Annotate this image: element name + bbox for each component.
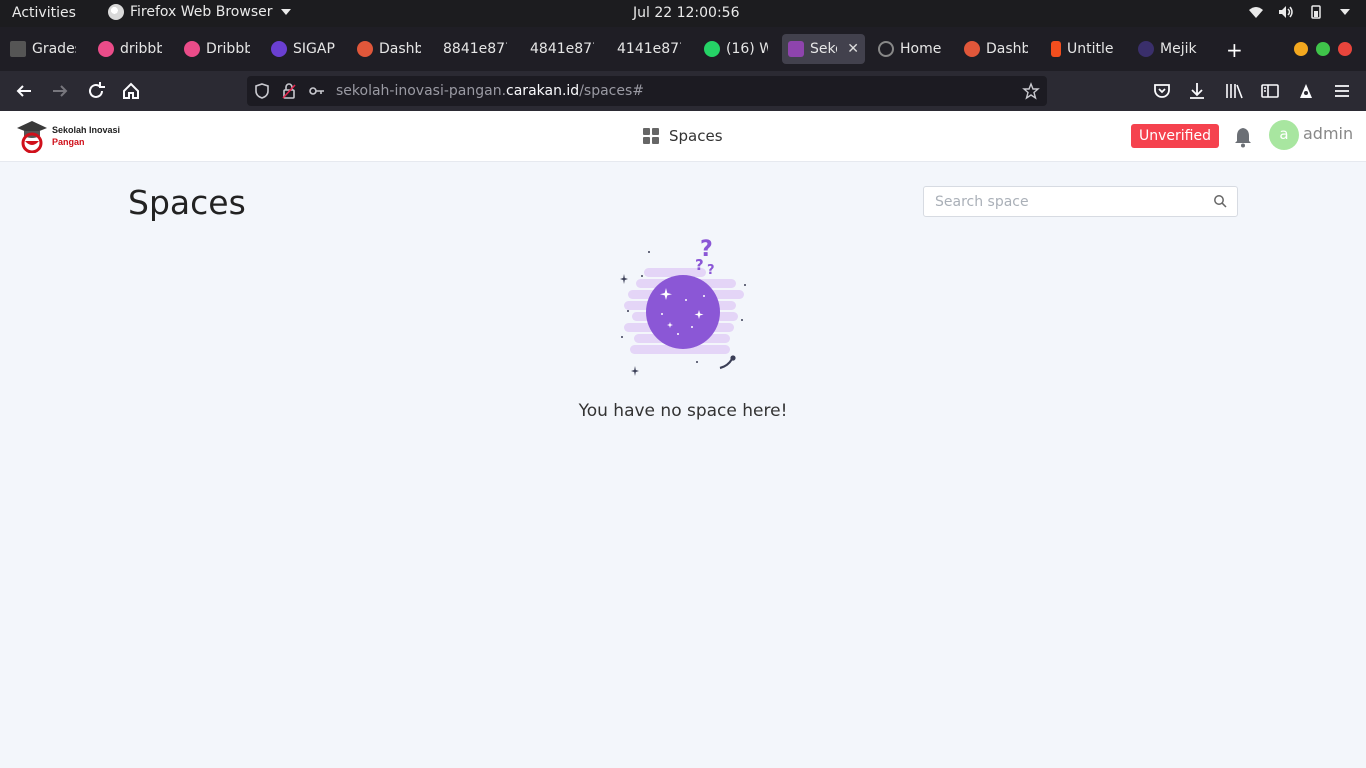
sidebar-icon[interactable] (1259, 80, 1281, 102)
empty-state-message: You have no space here! (578, 401, 788, 421)
app-menu-label: Firefox Web Browser (130, 4, 273, 20)
tab-sekolah-active[interactable]: Seko✕ (782, 34, 865, 64)
menu-icon[interactable] (1331, 80, 1353, 102)
home-site-icon (878, 41, 894, 57)
wifi-icon (1249, 7, 1263, 18)
close-window-button[interactable] (1338, 42, 1352, 56)
tab-grades[interactable]: Grades (4, 34, 82, 64)
library-icon[interactable] (1223, 80, 1245, 102)
dashboard-icon (964, 41, 980, 57)
extension-icon[interactable] (1295, 80, 1317, 102)
search-input[interactable] (924, 187, 1204, 216)
key-icon[interactable] (308, 82, 326, 100)
maximize-button[interactable] (1316, 42, 1330, 56)
graduation-cap-logo-icon (17, 121, 47, 153)
sekolah-icon (788, 41, 804, 57)
app-menu[interactable]: Firefox Web Browser (108, 4, 291, 20)
page-title: Spaces (128, 183, 246, 222)
system-top-bar: Activities Firefox Web Browser Jul 22 12… (0, 0, 1366, 27)
activities-button[interactable]: Activities (12, 5, 76, 21)
mejik-icon (1138, 41, 1154, 57)
tab-4141e877[interactable]: 4141e877 (611, 34, 687, 64)
app-header: Sekolah Inovasi Pangan Spaces Unverified… (0, 111, 1366, 162)
search-icon[interactable] (1213, 194, 1227, 208)
unverified-badge[interactable]: Unverified (1131, 124, 1219, 148)
window-controls (1294, 42, 1352, 56)
minimize-button[interactable] (1294, 42, 1308, 56)
tab-4841e877[interactable]: 4841e877 (524, 34, 600, 64)
site-logo[interactable]: Sekolah Inovasi Pangan (16, 119, 120, 153)
lock-icon[interactable] (280, 82, 298, 100)
tab-mejik[interactable]: Mejik (1132, 34, 1210, 64)
url-domain: carakan.id (506, 83, 580, 99)
figma-icon (1051, 41, 1061, 57)
dribbble-icon (184, 41, 200, 57)
nav-spaces-label: Spaces (669, 127, 723, 145)
chevron-down-icon (1340, 9, 1350, 15)
tab-dribbble[interactable]: dribbble (92, 34, 168, 64)
forward-icon[interactable] (49, 80, 71, 102)
grid-icon (643, 128, 659, 144)
shield-icon[interactable] (253, 82, 271, 100)
system-tray[interactable] (1248, 5, 1350, 19)
tab-dribbble-2[interactable]: Dribbble (178, 34, 256, 64)
new-tab-button[interactable]: + (1226, 38, 1243, 62)
tab-strip: Grades dribbble Dribbble SIGAP Dashbo 88… (0, 27, 1366, 71)
chevron-down-icon (280, 9, 291, 15)
bookmark-star-icon[interactable] (1022, 82, 1040, 100)
sigap-icon (271, 41, 287, 57)
navigation-toolbar: sekolah-inovasi-pangan.carakan.id/spaces… (0, 71, 1366, 111)
tab-dashboard-2[interactable]: Dashbo (958, 34, 1034, 64)
url-prefix: sekolah-inovasi-pangan. (336, 83, 507, 99)
user-name[interactable]: admin (1303, 124, 1353, 143)
whatsapp-icon (704, 41, 720, 57)
logo-line-2: Pangan (52, 137, 85, 147)
volume-icon (1279, 6, 1293, 18)
url-text[interactable]: sekolah-inovasi-pangan.carakan.id/spaces… (336, 83, 644, 99)
nav-spaces[interactable]: Spaces (643, 127, 723, 145)
home-icon[interactable] (120, 80, 142, 102)
svg-text:?: ? (695, 256, 704, 274)
svg-text:?: ? (707, 263, 715, 278)
tab-favicon-icon (10, 41, 26, 57)
back-icon[interactable] (13, 80, 35, 102)
url-path: /spaces# (579, 83, 644, 99)
close-tab-icon[interactable]: ✕ (847, 41, 859, 57)
bell-icon[interactable] (1233, 126, 1253, 148)
dribbble-icon (98, 41, 114, 57)
battery-icon (1311, 5, 1321, 19)
avatar[interactable]: a (1269, 120, 1299, 150)
dashboard-icon (357, 41, 373, 57)
search-box[interactable] (923, 186, 1238, 217)
clock[interactable]: Jul 22 12:00:56 (633, 5, 739, 21)
firefox-icon (108, 4, 124, 20)
reload-icon[interactable] (85, 80, 107, 102)
tab-dashboard[interactable]: Dashbo (351, 34, 427, 64)
address-bar[interactable]: sekolah-inovasi-pangan.carakan.id/spaces… (247, 76, 1047, 106)
logo-text: Sekolah Inovasi Pangan (52, 124, 120, 148)
tab-untitled[interactable]: Untitle (1045, 34, 1121, 64)
tab-sigap[interactable]: SIGAP (265, 34, 341, 64)
logo-line-1: Sekolah Inovasi (52, 125, 121, 135)
tab-8841e877[interactable]: 8841e877 (437, 34, 513, 64)
empty-state-illustration: ? ? ? (620, 237, 746, 376)
tab-home[interactable]: Home (872, 34, 948, 64)
download-icon[interactable] (1186, 80, 1208, 102)
pocket-icon[interactable] (1151, 80, 1173, 102)
tab-whatsapp[interactable]: (16) W (698, 34, 774, 64)
